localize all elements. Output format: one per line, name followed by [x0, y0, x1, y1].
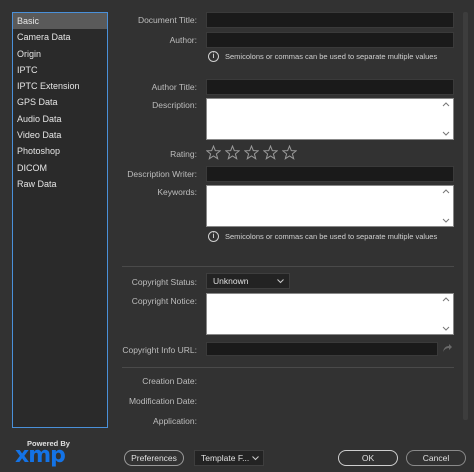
description-writer-label: Description Writer: — [127, 169, 197, 179]
section-divider — [122, 367, 454, 368]
sidebar-item-iptc[interactable]: IPTC — [13, 62, 107, 78]
copyright-status-value: Unknown — [213, 276, 249, 286]
chevron-down-icon[interactable] — [442, 218, 450, 223]
sidebar-item-origin[interactable]: Origin — [13, 46, 107, 62]
description-label: Description: — [152, 100, 197, 110]
chevron-down-icon[interactable] — [442, 131, 450, 136]
description-writer-input[interactable] — [206, 166, 454, 182]
star-icon[interactable] — [225, 145, 240, 160]
creation-date-label: Creation Date: — [142, 376, 197, 386]
star-icon[interactable] — [282, 145, 297, 160]
go-arrow-icon[interactable] — [442, 343, 453, 354]
author-title-label: Author Title: — [151, 82, 197, 92]
author-label: Author: — [169, 35, 197, 45]
scrollbar[interactable] — [463, 12, 468, 420]
rating-stars[interactable] — [206, 145, 297, 160]
star-icon[interactable] — [206, 145, 221, 160]
star-icon[interactable] — [244, 145, 259, 160]
category-list[interactable]: Basic Camera Data Origin IPTC IPTC Extension… — [12, 12, 108, 428]
info-icon: i — [208, 51, 219, 62]
sidebar-item-video-data[interactable]: Video Data — [13, 127, 107, 143]
info-icon: i — [208, 231, 219, 242]
chevron-down-icon — [277, 279, 284, 284]
chevron-down-icon[interactable] — [442, 326, 450, 331]
author-input[interactable] — [206, 32, 454, 48]
keywords-label: Keywords: — [157, 187, 197, 197]
template-select[interactable]: Template F... — [194, 450, 264, 466]
keywords-scroll[interactable] — [442, 189, 450, 223]
section-divider — [122, 266, 454, 267]
star-icon[interactable] — [263, 145, 278, 160]
document-title-input[interactable] — [206, 12, 454, 28]
keywords-note: Semicolons or commas can be used to sepa… — [225, 232, 438, 241]
sidebar-item-audio-data[interactable]: Audio Data — [13, 111, 107, 127]
description-scroll[interactable] — [442, 102, 450, 136]
rating-label: Rating: — [170, 149, 197, 159]
copyright-info-url-label: Copyright Info URL: — [122, 345, 197, 355]
chevron-up-icon[interactable] — [442, 189, 450, 194]
modification-date-label: Modification Date: — [128, 396, 197, 406]
copyright-status-select[interactable]: Unknown — [206, 273, 290, 289]
preferences-button[interactable]: Preferences — [124, 450, 184, 466]
copyright-status-label: Copyright Status: — [131, 277, 197, 287]
author-title-input[interactable] — [206, 79, 454, 95]
xmp-logo: xmp — [15, 443, 66, 468]
chevron-up-icon[interactable] — [442, 102, 450, 107]
description-textarea[interactable] — [206, 98, 454, 140]
author-note: Semicolons or commas can be used to sepa… — [225, 52, 438, 61]
copyright-notice-scroll[interactable] — [442, 297, 450, 331]
ok-button[interactable]: OK — [338, 450, 398, 466]
cancel-button[interactable]: Cancel — [406, 450, 466, 466]
copyright-notice-label: Copyright Notice: — [131, 296, 197, 306]
keywords-textarea[interactable] — [206, 185, 454, 227]
chevron-up-icon[interactable] — [442, 297, 450, 302]
copyright-notice-textarea[interactable] — [206, 293, 454, 335]
chevron-down-icon — [252, 456, 259, 461]
document-title-label: Document Title: — [137, 15, 197, 25]
template-value: Template F... — [201, 453, 250, 463]
application-label: Application: — [153, 416, 197, 426]
copyright-info-url-input[interactable] — [206, 342, 438, 356]
